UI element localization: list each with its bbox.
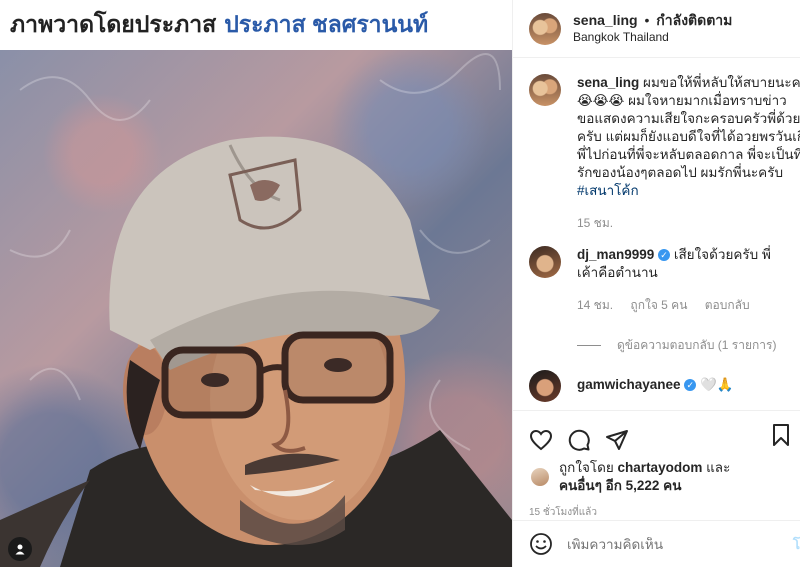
comment-item: gamwichayanee ✓ 🤍🙏 ♡ [529, 370, 800, 402]
user-tag-icon[interactable] [8, 537, 32, 561]
caption-text-3: ครับ แต่ผมก็ยังแอบดีใจที่ได้อวยพรวันเกิด [577, 129, 800, 144]
replies-divider [577, 344, 601, 346]
comment-text: 🤍🙏 [700, 377, 734, 392]
location-link[interactable]: Bangkok Thailand [573, 30, 732, 45]
reply-button[interactable]: ตอบกลับ [705, 298, 750, 312]
comment-body: gamwichayanee ✓ 🤍🙏 [577, 370, 800, 402]
bookmark-icon[interactable] [769, 423, 793, 447]
share-icon[interactable] [605, 428, 629, 452]
comment-item: dj_man9999 ✓ เสียใจด้วยครับ พี่ เค้าคือต… [529, 246, 800, 354]
caption-time: 15 ชม. [577, 216, 614, 230]
comment-username[interactable]: dj_man9999 [577, 247, 654, 262]
caption-text-1: 😭😭😭 ผมใจหายมากเมื่อทราบข่าว [577, 93, 787, 108]
post-timestamp[interactable]: 15 ชั่วโมงที่แล้ว [513, 505, 800, 520]
likes-others-button[interactable]: คนอื่นๆ อีก 5,222 คน [559, 478, 681, 493]
likes-text: ถูกใจโดย chartayodom และ คนอื่นๆ อีก 5,2… [559, 459, 730, 495]
follow-status-button[interactable]: กำลังติดตาม [656, 12, 732, 28]
post-sidebar: sena_ling • กำลังติดตาม Bangkok Thailand… [512, 0, 800, 567]
view-replies-label: ดูข้อความตอบกลับ (1 รายการ) [617, 338, 777, 352]
caption-text-2: ขอแสดงความเสียใจกะครอบครัวพี่ด้วย [577, 111, 800, 126]
comment-icon[interactable] [567, 428, 591, 452]
liker-username[interactable]: chartayodom [618, 460, 703, 475]
caption-text-4: พี่ไปก่อนที่พี่จะหลับตลอดกาล พี่จะเป็นที… [577, 147, 800, 162]
portrait-illustration [0, 53, 512, 567]
caption-meta: 15 ชม. [577, 214, 800, 232]
view-replies-button[interactable]: ดูข้อความตอบกลับ (1 รายการ) [577, 336, 800, 354]
caption-hashtag[interactable]: #เสนาโค้ก [577, 182, 800, 200]
comment-avatar[interactable] [529, 370, 561, 402]
post-image-panel: ภาพวาดโดยประภาส ประภาส ชลศรานนท์ [0, 0, 512, 567]
action-icons [513, 411, 800, 457]
author-avatar[interactable] [529, 12, 561, 45]
comment-line: dj_man9999 ✓ เสียใจด้วยครับ พี่ [577, 246, 800, 264]
comment-input[interactable] [567, 536, 800, 552]
caption-avatar[interactable] [529, 74, 561, 106]
add-comment-bar: โพ [513, 520, 800, 567]
image-caption-prefix: ภาพวาดโดยประภาส [10, 11, 217, 37]
verified-badge-icon: ✓ [658, 249, 671, 261]
post-image[interactable] [0, 50, 512, 567]
post-actions: ถูกใจโดย chartayodom และ คนอื่นๆ อีก 5,2… [513, 410, 800, 520]
heart-icon[interactable] [529, 428, 553, 452]
comment-meta: 14 ชม. ถูกใจ 5 คน ตอบกลับ [577, 296, 800, 314]
caption-text-0: ผมขอให้พี่หลับให้สบายนะครับ [643, 75, 800, 90]
header-text: sena_ling • กำลังติดตาม Bangkok Thailand [573, 12, 732, 45]
comments-section: sena_ling ผมขอให้พี่หลับให้สบายนะครับ 😭😭… [513, 58, 800, 402]
emoji-icon[interactable] [529, 532, 553, 556]
caption-line: sena_ling ผมขอให้พี่หลับให้สบายนะครับ [577, 74, 800, 92]
comment-text-2: เค้าคือตำนาน [577, 265, 658, 280]
comment-avatar[interactable] [529, 246, 561, 278]
liked-by-label: ถูกใจโดย [559, 460, 614, 475]
liker-avatar[interactable] [531, 468, 549, 486]
comment-line: gamwichayanee ✓ 🤍🙏 [577, 376, 800, 394]
user-silhouette-icon [15, 544, 25, 555]
header-top-line: sena_ling • กำลังติดตาม [573, 12, 732, 30]
comment-likes[interactable]: ถูกใจ 5 คน [630, 298, 687, 312]
comment-username[interactable]: gamwichayanee [577, 377, 681, 392]
post-header: sena_ling • กำลังติดตาม Bangkok Thailand [513, 0, 800, 58]
caption-item: sena_ling ผมขอให้พี่หลับให้สบายนะครับ 😭😭… [529, 74, 800, 232]
likes-summary: ถูกใจโดย chartayodom และ คนอื่นๆ อีก 5,2… [513, 459, 800, 495]
image-caption: ภาพวาดโดยประภาส ประภาส ชลศรานนท์ [0, 0, 512, 50]
verified-badge-icon: ✓ [684, 379, 697, 391]
comment-time: 14 ชม. [577, 298, 614, 312]
likes-and-label: และ [706, 460, 731, 475]
caption-username[interactable]: sena_ling [577, 75, 639, 90]
image-caption-artist: ประภาส ชลศรานนท์ [224, 11, 429, 37]
author-username[interactable]: sena_ling [573, 12, 638, 28]
caption-body: sena_ling ผมขอให้พี่หลับให้สบายนะครับ 😭😭… [577, 74, 800, 232]
post-comment-button[interactable]: โพ [793, 533, 800, 555]
comment-text: เสียใจด้วยครับ พี่ [673, 247, 771, 262]
comment-body: dj_man9999 ✓ เสียใจด้วยครับ พี่ เค้าคือต… [577, 246, 800, 354]
header-separator: • [644, 12, 650, 29]
caption-text-5: รักของน้องๆตลอดไป ผมรักพี่นะครับ [577, 165, 784, 180]
